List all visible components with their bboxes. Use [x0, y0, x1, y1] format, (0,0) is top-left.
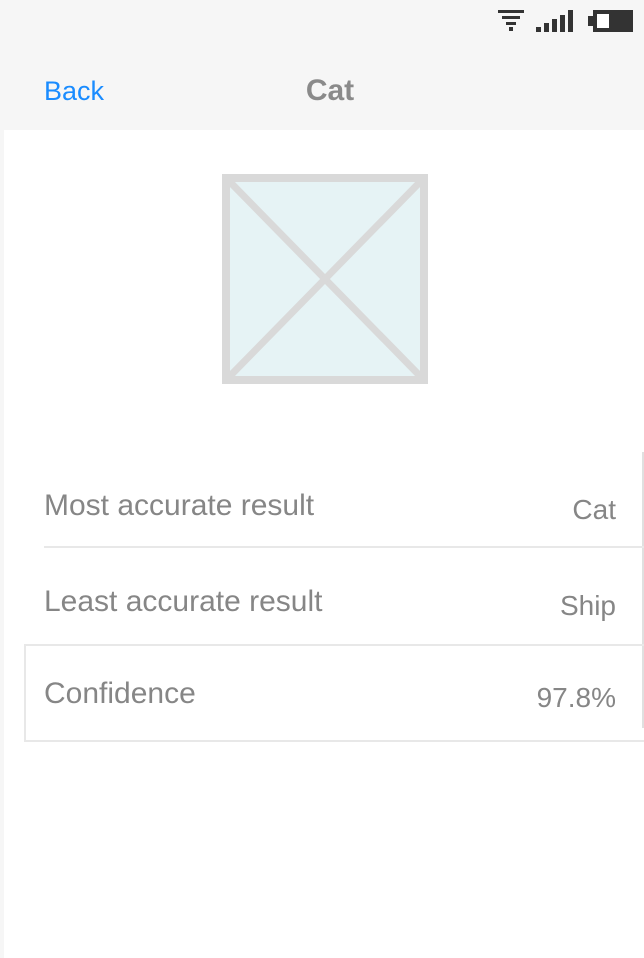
- status-bar: [0, 0, 644, 40]
- result-row-least-accurate: Least accurate result Ship: [4, 548, 644, 644]
- result-label: Least accurate result: [44, 585, 323, 618]
- content-area: Most accurate result Cat Least accurate …: [4, 130, 644, 958]
- result-value: Ship: [559, 590, 616, 621]
- page-title: Cat: [305, 74, 355, 107]
- result-value: 97.8%: [536, 682, 616, 713]
- wifi-icon: [498, 10, 524, 31]
- screen: Back Cat Most accurate result Cat Least …: [0, 0, 644, 958]
- result-label: Most accurate result: [44, 489, 315, 522]
- navigation-bar: Back Cat: [0, 40, 644, 130]
- result-value: Cat: [572, 494, 616, 525]
- result-label: Confidence: [44, 677, 196, 710]
- result-row-confidence: Confidence 97.8%: [24, 644, 644, 742]
- result-row-most-accurate: Most accurate result Cat: [4, 452, 644, 548]
- signal-icon: [536, 10, 573, 32]
- result-list: Most accurate result Cat Least accurate …: [4, 452, 644, 742]
- image-placeholder-icon: [222, 174, 428, 384]
- battery-icon: [588, 10, 633, 32]
